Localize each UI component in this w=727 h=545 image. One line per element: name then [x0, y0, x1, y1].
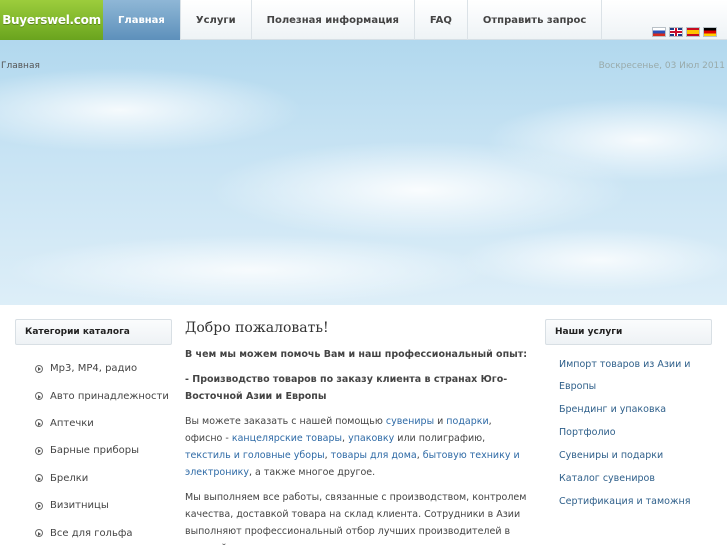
- text: , а также многое другое.: [249, 467, 376, 478]
- arrow-circle-icon: [35, 419, 43, 428]
- category-label: Mp3, MP4, радио: [50, 363, 138, 375]
- link-stationery[interactable]: канцелярские товары: [232, 433, 342, 444]
- category-label: Брелки: [50, 472, 89, 484]
- arrow-circle-icon: [35, 446, 43, 455]
- category-item[interactable]: Авто принадлежности: [15, 382, 172, 409]
- breadcrumb[interactable]: Главная: [1, 61, 40, 71]
- work-paragraph: Мы выполняем все работы, связанные с про…: [185, 492, 527, 545]
- flag-ru-icon[interactable]: [652, 27, 666, 37]
- category-label: Авто принадлежности: [50, 390, 169, 402]
- arrow-circle-icon: [35, 529, 43, 538]
- category-label: Аптечки: [50, 417, 94, 429]
- our-services: Наши услуги Импорт товаров из Азии и Евр…: [545, 319, 712, 513]
- order-paragraph: Вы можете заказать с нашей помощью сувен…: [185, 413, 530, 481]
- text: и: [434, 416, 447, 427]
- text: или полиграфию,: [394, 433, 486, 444]
- flag-de-icon[interactable]: [703, 27, 717, 37]
- category-item[interactable]: Mp3, MP4, радио: [15, 355, 172, 382]
- nav-send-request[interactable]: Отправить запрос: [468, 0, 603, 40]
- flag-es-icon[interactable]: [686, 27, 700, 37]
- service-link[interactable]: Сертификация и таможня: [559, 490, 712, 513]
- category-label: Барные приборы: [50, 445, 140, 457]
- main-content: Добро пожаловать! В чем мы можем помочь …: [185, 320, 530, 545]
- page-title: Добро пожаловать!: [185, 320, 329, 336]
- nav-home[interactable]: Главная: [103, 0, 181, 40]
- category-item[interactable]: Аптечки: [15, 410, 172, 437]
- hero-sky-banner: [0, 0, 727, 305]
- current-date: Воскресенье, 03 Июл 2011: [598, 61, 725, 71]
- service-point: - Производство товаров по заказу клиента…: [185, 374, 508, 402]
- nav-useful-info[interactable]: Полезная информация: [252, 0, 415, 40]
- service-link[interactable]: Импорт товаров из Азии и Европы: [559, 354, 712, 398]
- our-services-title: Наши услуги: [545, 319, 712, 345]
- top-navigation: Buyerswel.com Главная Услуги Полезная ин…: [0, 0, 727, 40]
- category-item[interactable]: Брелки: [15, 465, 172, 492]
- arrow-circle-icon: [35, 474, 43, 483]
- category-item[interactable]: Барные приборы: [15, 437, 172, 464]
- service-link[interactable]: Каталог сувениров: [559, 467, 712, 490]
- arrow-circle-icon: [35, 501, 43, 510]
- flag-uk-icon[interactable]: [669, 27, 683, 37]
- arrow-circle-icon: [35, 392, 43, 401]
- catalog-categories-title: Категории каталога: [15, 319, 172, 345]
- link-souvenirs[interactable]: сувениры: [386, 416, 434, 427]
- category-item[interactable]: Визитницы: [15, 492, 172, 519]
- services-list: Импорт товаров из Азии и Европы Брендинг…: [545, 354, 712, 513]
- category-list: Mp3, MP4, радио Авто принадлежности Апте…: [15, 355, 172, 545]
- category-label: Визитницы: [50, 500, 109, 512]
- nav-faq[interactable]: FAQ: [415, 0, 468, 40]
- intro-text: В чем мы можем помочь Вам и наш професси…: [185, 349, 528, 360]
- service-link[interactable]: Брендинг и упаковка: [559, 398, 712, 421]
- link-textile[interactable]: текстиль и головные уборы: [185, 450, 325, 461]
- link-packaging[interactable]: упаковку: [348, 433, 394, 444]
- category-label: Все для гольфа: [50, 527, 133, 539]
- service-link[interactable]: Сувениры и подарки: [559, 444, 712, 467]
- category-item[interactable]: Все для гольфа: [15, 519, 172, 545]
- link-gifts[interactable]: подарки: [446, 416, 488, 427]
- arrow-circle-icon: [35, 364, 43, 373]
- link-home-goods[interactable]: товары для дома: [331, 450, 417, 461]
- service-link[interactable]: Портфолио: [559, 421, 712, 444]
- site-logo[interactable]: Buyerswel.com: [0, 0, 103, 40]
- text: Вы можете заказать с нашей помощью: [185, 416, 386, 427]
- language-switcher: [652, 27, 717, 37]
- nav-services[interactable]: Услуги: [181, 0, 252, 40]
- catalog-categories: Категории каталога Mp3, MP4, радио Авто …: [15, 319, 172, 545]
